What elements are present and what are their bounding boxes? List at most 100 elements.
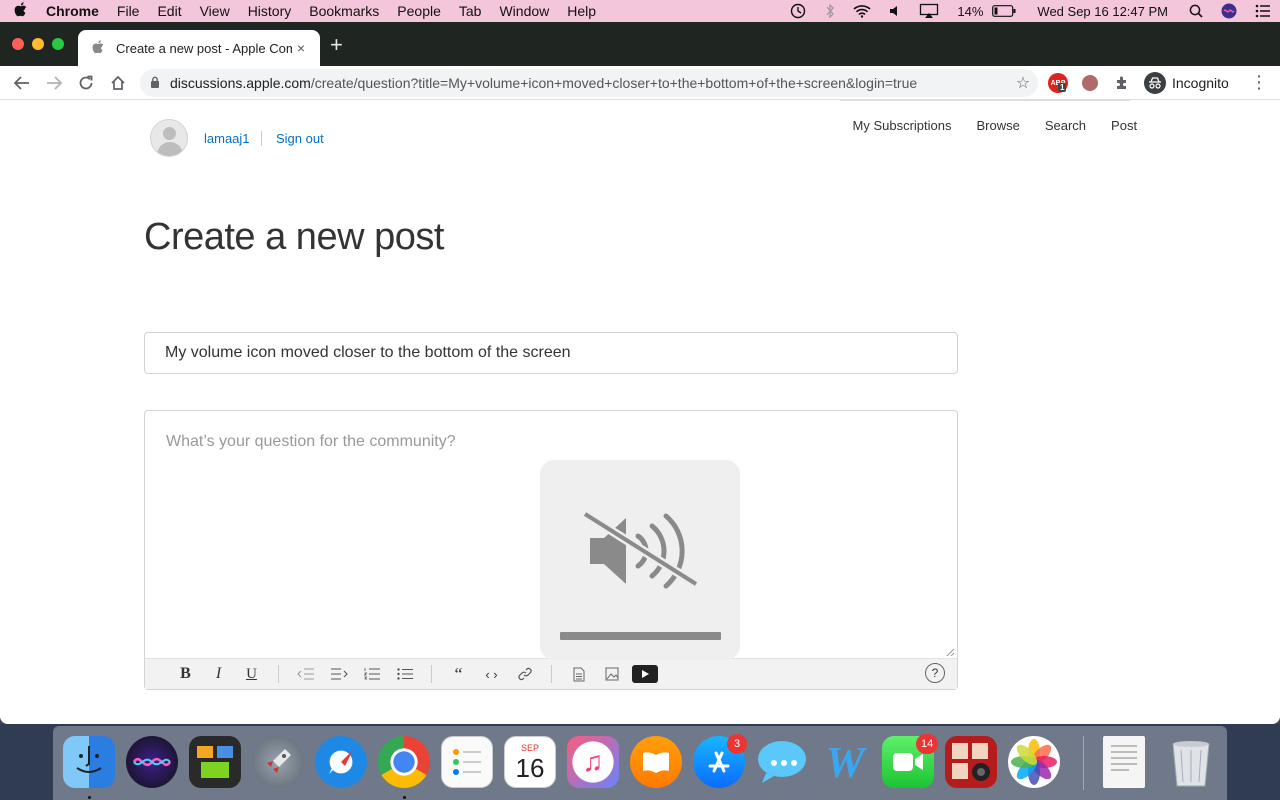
siri-dock-icon[interactable]: [126, 736, 178, 788]
nav-browse[interactable]: Browse: [964, 118, 1032, 133]
muted-speaker-icon: [582, 510, 699, 589]
image-insert-icon[interactable]: [595, 662, 628, 686]
toolbar-divider: [278, 665, 279, 683]
menu-people[interactable]: People: [388, 3, 450, 19]
siri-icon[interactable]: [1212, 3, 1246, 19]
blockquote-button[interactable]: “: [442, 662, 475, 686]
app-store-icon[interactable]: 3: [693, 734, 747, 788]
dock: SEP 16 ♫ 3 W 14: [53, 726, 1227, 800]
nav-my-subscriptions[interactable]: My Subscriptions: [840, 118, 964, 133]
zoom-window-button[interactable]: [52, 38, 64, 50]
photos-icon[interactable]: [1008, 736, 1060, 788]
books-icon[interactable]: [630, 736, 682, 788]
calendar-icon[interactable]: SEP 16: [504, 736, 556, 788]
calendar-day: 16: [515, 753, 545, 783]
back-button[interactable]: [6, 69, 38, 97]
sign-out-link[interactable]: Sign out: [276, 131, 324, 146]
menu-chrome[interactable]: Chrome: [40, 3, 108, 19]
forward-button[interactable]: [38, 69, 70, 97]
chrome-dock-icon[interactable]: [378, 736, 430, 788]
menu-tab[interactable]: Tab: [450, 3, 491, 19]
numbered-list-icon[interactable]: [355, 662, 388, 686]
page-title: Create a new post: [144, 216, 444, 258]
adblock-extension-icon[interactable]: ABP 1: [1048, 73, 1068, 93]
itunes-icon[interactable]: ♫: [567, 736, 619, 788]
close-window-button[interactable]: [12, 38, 24, 50]
extension-apple-icon[interactable]: [1082, 75, 1098, 91]
nav-search[interactable]: Search: [1032, 118, 1098, 133]
menu-window[interactable]: Window: [490, 3, 558, 19]
mission-control-icon[interactable]: [189, 736, 241, 788]
wifi-icon[interactable]: [844, 4, 880, 18]
url-text[interactable]: discussions.apple.com/create/question?ti…: [170, 75, 1008, 91]
home-button[interactable]: [102, 69, 134, 97]
help-button[interactable]: ?: [925, 663, 945, 683]
battery-percentage: 14%: [957, 3, 984, 19]
video-insert-icon[interactable]: [628, 662, 661, 686]
user-divider: [261, 131, 262, 146]
link-icon[interactable]: [508, 662, 541, 686]
body-placeholder: What’s your question for the community?: [166, 433, 456, 450]
menu-bookmarks[interactable]: Bookmarks: [300, 3, 388, 19]
volume-level-bar: [560, 632, 721, 640]
minimize-window-button[interactable]: [32, 38, 44, 50]
nav-divider: [840, 100, 1130, 101]
spotlight-icon[interactable]: [1180, 4, 1212, 18]
bookmark-star-icon[interactable]: ☆: [1008, 73, 1038, 93]
airplay-icon[interactable]: [910, 3, 948, 19]
trash-icon[interactable]: [1165, 736, 1217, 788]
menu-view[interactable]: View: [191, 3, 239, 19]
clock[interactable]: Wed Sep 16 12:47 PM: [1025, 4, 1180, 19]
volume-hud: [540, 460, 740, 660]
indent-icon[interactable]: [322, 662, 355, 686]
messages-icon[interactable]: [756, 736, 808, 788]
word-icon[interactable]: W: [819, 736, 871, 788]
menu-history[interactable]: History: [239, 3, 301, 19]
apple-menu-icon[interactable]: [0, 1, 40, 21]
launchpad-icon[interactable]: [252, 736, 304, 788]
adblock-badge: 1: [1058, 83, 1067, 92]
post-title-input[interactable]: My volume icon moved closer to the botto…: [144, 332, 958, 374]
battery-icon[interactable]: [992, 5, 1025, 17]
menu-help[interactable]: Help: [558, 3, 605, 19]
file-attach-icon[interactable]: [562, 662, 595, 686]
bold-button[interactable]: B: [169, 662, 202, 686]
avatar[interactable]: [150, 119, 188, 157]
safari-icon[interactable]: [315, 736, 367, 788]
lock-icon[interactable]: [140, 76, 170, 91]
reload-button[interactable]: [70, 69, 102, 97]
url-host: discussions.apple.com: [170, 75, 311, 91]
volume-icon[interactable]: [880, 4, 910, 18]
notification-center-icon[interactable]: [1246, 4, 1280, 18]
bluetooth-icon[interactable]: [816, 3, 844, 19]
toolbar-divider: [431, 665, 432, 683]
incognito-indicator[interactable]: Incognito: [1144, 71, 1229, 95]
code-button[interactable]: ‹ ›: [475, 662, 508, 686]
facetime-icon[interactable]: 14: [882, 734, 939, 788]
tab-close-icon[interactable]: ×: [292, 40, 310, 56]
username-link[interactable]: lamaaj1: [204, 131, 250, 146]
outdent-icon[interactable]: [289, 662, 322, 686]
word-letter-icon: W: [825, 737, 865, 787]
finder-icon[interactable]: [63, 736, 115, 788]
toolbar-divider: [551, 665, 552, 683]
photo-booth-icon[interactable]: [945, 736, 997, 788]
extensions-puzzle-icon[interactable]: [1106, 69, 1138, 97]
browser-tab-active[interactable]: Create a new post - Apple Com ×: [78, 30, 320, 66]
chrome-menu-icon[interactable]: ⋮: [1250, 72, 1268, 93]
pdf-document-icon[interactable]: [1103, 736, 1145, 788]
desktop-background: SEP 16 ♫ 3 W 14: [0, 724, 1280, 800]
italic-button[interactable]: I: [202, 662, 235, 686]
new-tab-button[interactable]: +: [330, 34, 343, 56]
resize-grip-icon[interactable]: [945, 647, 955, 657]
time-machine-icon[interactable]: [780, 3, 816, 19]
status-area: 14% Wed Sep 16 12:47 PM: [780, 0, 1280, 22]
nav-post[interactable]: Post: [1099, 118, 1150, 133]
bullet-list-icon[interactable]: [388, 662, 421, 686]
app-store-badge: 3: [727, 734, 747, 754]
menu-edit[interactable]: Edit: [148, 3, 190, 19]
reminders-icon[interactable]: [441, 736, 493, 788]
underline-button[interactable]: U: [235, 662, 268, 686]
address-bar[interactable]: discussions.apple.com/create/question?ti…: [140, 69, 1038, 97]
menu-file[interactable]: File: [108, 3, 149, 19]
